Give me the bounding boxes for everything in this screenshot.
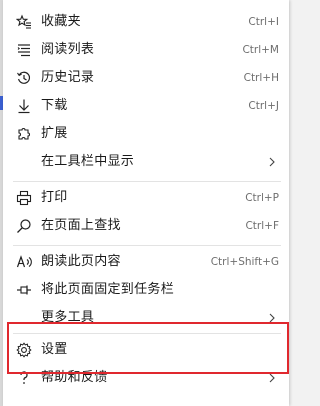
pin-taskbar-icon [15,281,33,299]
menu-item-label: 阅读列表 [41,42,95,57]
menu-item-read-aloud[interactable]: 朗读此页内容 Ctrl+Shift+G [3,248,289,276]
menu-item-shortcut: Ctrl+J [248,100,279,112]
menu-item-label: 朗读此页内容 [41,254,121,269]
menu-item-label: 在工具栏中显示 [41,154,135,169]
reading-list-icon [15,41,33,59]
menu-item-label: 下载 [41,98,68,113]
favorites-star-icon [15,13,33,31]
menu-item-extensions[interactable]: 扩展 [3,120,289,148]
menu-item-reading-list[interactable]: 阅读列表 Ctrl+M [3,36,289,64]
settings-highlight-annotation [7,322,289,374]
menu-divider [13,245,281,246]
print-icon [15,189,33,207]
download-icon [15,97,33,115]
menu-item-history[interactable]: 历史记录 Ctrl+H [3,64,289,92]
extensions-icon [15,125,33,143]
chevron-right-icon [269,373,275,383]
menu-divider [13,181,281,182]
menu-item-label: 扩展 [41,126,68,141]
menu-item-label: 打印 [41,190,68,205]
find-search-icon [15,217,33,235]
menu-item-pin-to-taskbar[interactable]: 将此页面固定到任务栏 [3,276,289,304]
menu-item-shortcut: Ctrl+H [243,72,279,84]
menu-item-favorites[interactable]: 收藏夹 Ctrl+I [3,8,289,36]
menu-item-label: 将此页面固定到任务栏 [41,282,175,297]
menu-item-shortcut: Ctrl+F [245,220,279,232]
menu-item-find-on-page[interactable]: 在页面上查找 Ctrl+F [3,212,289,240]
menu-item-shortcut: Ctrl+Shift+G [210,256,279,268]
menu-item-print[interactable]: 打印 Ctrl+P [3,184,289,212]
chevron-right-icon [269,157,275,167]
read-aloud-icon [15,253,33,271]
menu-item-shortcut: Ctrl+I [248,16,279,28]
menu-item-shortcut: Ctrl+P [245,192,279,204]
history-icon [15,69,33,87]
menu-item-label: 历史记录 [41,70,95,85]
menu-item-label: 在页面上查找 [41,218,121,233]
menu-item-show-in-toolbar[interactable]: 在工具栏中显示 [3,148,289,176]
menu-item-label: 收藏夹 [41,14,81,29]
menu-item-shortcut: Ctrl+M [242,44,279,56]
menu-item-downloads[interactable]: 下载 Ctrl+J [3,92,289,120]
